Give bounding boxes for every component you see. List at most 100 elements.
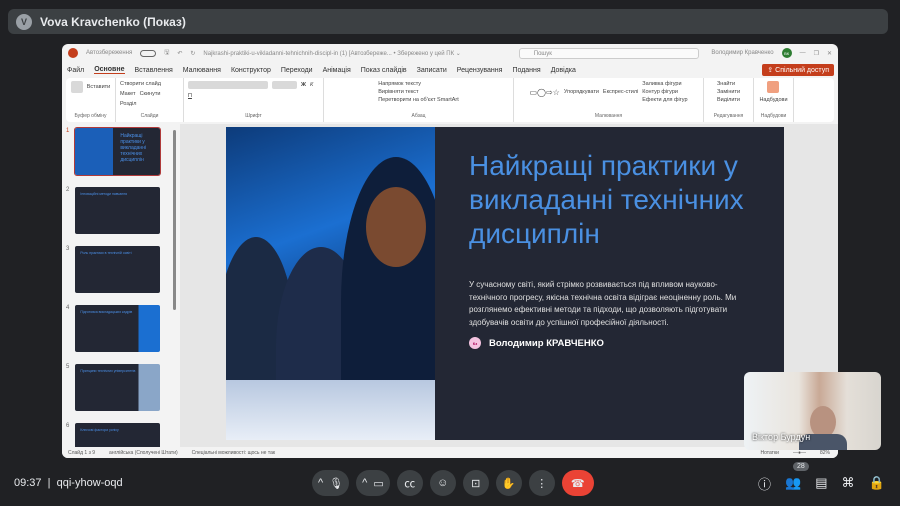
slide-text-panel: Найкращі практики у викладанні технічних… [435,127,784,440]
thumbnail-5[interactable]: 5 Принципи технічних університетів [66,364,180,411]
thumbnail-title: Підготовка викладацьких кадрів [80,310,133,314]
chevron-up-icon[interactable]: ^ [362,477,367,489]
thumbnail-2[interactable]: 2 Інноваційні методи навчання [66,187,180,234]
tab-review[interactable]: Рецензування [457,67,503,74]
layout-button[interactable]: Макет [120,91,136,97]
microphone-button[interactable]: ^ 🎙 [312,470,350,496]
search-input[interactable]: Пошук [518,47,699,59]
author-name: Володимир КРАВЧЕНКО [489,337,604,349]
section-button[interactable]: Розділ [120,101,136,107]
undo-icon[interactable]: ↶ [177,50,182,57]
font-name-select[interactable] [188,81,268,89]
meeting-code: qqi-yhow-oqd [56,477,123,489]
thumbnail-title: Інноваційні методи навчання [80,192,128,196]
more-options-button[interactable]: ⋮ [528,470,555,496]
paste-button[interactable]: Вставити [87,84,111,90]
restore-icon[interactable]: ❐ [814,50,819,57]
thumbnail-1[interactable]: 1 Найкращі практики у викладанні технічни… [66,127,180,176]
raise-hand-button[interactable]: ✋ [495,470,522,496]
smartart-button[interactable]: Перетворити на об'єкт SmartArt [378,97,459,103]
tab-file[interactable]: Файл [67,67,84,74]
tab-home[interactable]: Основне [94,66,125,74]
font-size-select[interactable] [272,81,297,89]
addins-icon[interactable] [767,81,780,93]
info-button[interactable]: ⓘ [758,474,771,493]
share-label: Спільний доступ [775,67,829,74]
redo-icon[interactable]: ↻ [190,50,195,57]
addins-button[interactable]: Надбудови [759,97,787,103]
thumbnail-3[interactable]: 3 Роль практики в технічній освіті [66,246,180,293]
leave-call-button[interactable]: ☎ [561,470,594,496]
thumbnail-number: 3 [66,246,70,252]
participant-video-tile[interactable]: Віктор Бурдун [744,372,881,450]
save-icon[interactable]: 🖫 [164,48,169,58]
zoom-slider[interactable]: —●— [793,450,806,456]
tab-design[interactable]: Конструктор [231,67,271,74]
thumbnail-title: Принципи технічних університетів [80,369,136,373]
autosave-label: Автозбереження [86,50,133,56]
drawing-label: Малювання [594,113,623,119]
editing-label: Редагування [713,113,744,119]
minimize-icon[interactable]: — [800,50,806,56]
paste-icon[interactable] [70,81,83,93]
reset-button[interactable]: Скинути [140,91,161,97]
title-bar: Автозбереження 🖫 ↶ ↻ Najkrashi-praktiki-u-… [62,44,838,62]
text-direction-button[interactable]: Напрямок тексту [378,81,421,87]
thumbnails-scrollbar[interactable] [173,130,176,310]
quick-styles-button[interactable]: Експрес-стилі [603,89,638,95]
close-icon[interactable]: ✕ [827,50,832,57]
powerpoint-window: Автозбереження 🖫 ↶ ↻ Najkrashi-praktiki-u-… [62,44,838,458]
ribbon-tabs: Файл Основне Вставлення Малювання Констр… [62,62,838,78]
present-button[interactable]: ⊡ [462,470,489,496]
new-slide-button[interactable]: Створити слайд [120,81,161,87]
host-controls-button[interactable]: 🔒 [869,475,885,491]
shape-effects-button[interactable]: Ефекти для фігур [642,97,687,103]
captions-button[interactable]: ㏄ [396,470,423,496]
select-button[interactable]: Виділити [717,97,740,103]
reactions-button[interactable]: ☺ [429,470,456,496]
shapes-gallery[interactable]: ▭◯⇨☆ [529,88,559,97]
tab-insert[interactable]: Вставлення [135,67,173,74]
slide-title[interactable]: Найкращі практики у викладанні технічних… [469,149,750,251]
italic-icon[interactable]: К [310,82,313,88]
tab-help[interactable]: Довідка [551,67,576,74]
align-text-button[interactable]: Вирівняти текст [378,89,418,95]
font-label: Шрифт [245,113,262,119]
language-status[interactable]: англійська (Сполучені Штати) [109,450,178,456]
accessibility-status[interactable]: Спеціальні можливості: щось не так [192,450,275,456]
tab-slideshow[interactable]: Показ слайдів [361,67,407,74]
camera-button[interactable]: ^ ▭ [356,470,390,496]
chat-button[interactable]: ▤ [815,475,827,491]
autosave-toggle[interactable] [140,49,157,57]
tab-record[interactable]: Записати [417,67,447,74]
arrange-button[interactable]: Упорядкувати [564,89,599,95]
tab-view[interactable]: Подання [512,67,540,74]
thumbnail-number: 1 [66,128,70,134]
underline-icon[interactable]: П [188,93,192,99]
user-avatar[interactable]: ВК [781,48,792,58]
find-button[interactable]: Знайти [717,81,735,87]
share-button[interactable]: ⇪ Спільний доступ [762,64,834,76]
slide-description[interactable]: У сучасному світі, який стрімко розвиває… [469,279,750,329]
replace-button[interactable]: Замінити [717,89,740,95]
activities-button[interactable]: ⌘ [842,475,855,491]
bold-icon[interactable]: Ж [301,82,306,88]
tab-draw[interactable]: Малювання [183,67,221,74]
shape-outline-button[interactable]: Контур фігури [642,89,687,95]
chevron-up-icon[interactable]: ^ [318,477,323,489]
participant-name: Віктор Бурдун [752,432,811,442]
tab-animations[interactable]: Анімація [323,67,351,74]
file-name[interactable]: Najkrashi-praktiki-u-vikladanni-tehnichn… [203,50,460,57]
shape-fill-button[interactable]: Заливка фігури [642,81,687,87]
notes-button[interactable]: Нотатки [760,450,778,456]
slides-label: Слайди [140,113,159,119]
people-button[interactable]: 👥 [785,475,801,491]
thumbnail-title: Роль практики в технічній освіті [80,251,132,255]
tab-transitions[interactable]: Переходи [281,67,313,74]
thumbnail-title: Ключові фактори успіху [80,428,119,432]
thumbnail-4[interactable]: 4 Підготовка викладацьких кадрів [66,305,180,352]
present-icon: ⊡ [471,477,481,490]
zoom-level[interactable]: 82% [820,450,830,456]
ribbon: Вставити Буфер обміну Створити слайд Маке… [66,78,834,122]
author-avatar: Кз [469,337,481,349]
